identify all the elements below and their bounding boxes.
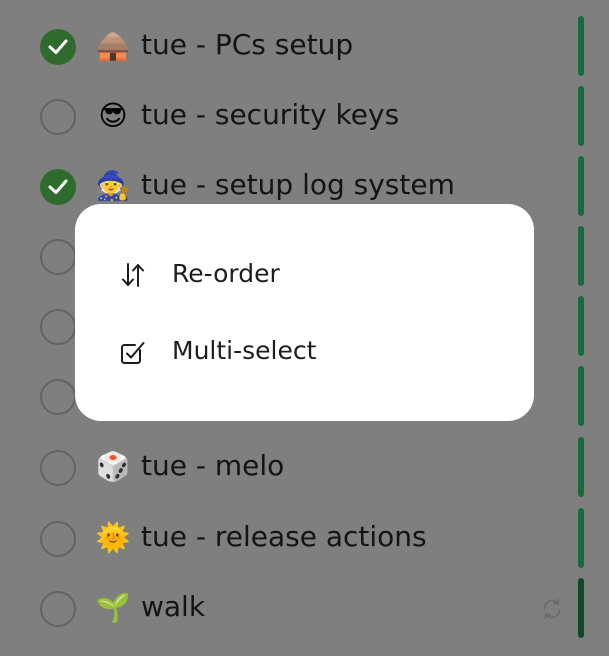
task-title: tue - setup log system [141, 168, 455, 201]
task-title: tue - melo [141, 449, 285, 482]
task-title: tue - security keys [141, 98, 400, 131]
task-row[interactable]: 🎲 tue - melo [0, 432, 609, 502]
task-progress-bar [578, 437, 584, 497]
task-progress-bar [578, 508, 584, 568]
task-progress-bar [578, 156, 584, 216]
reorder-icon [122, 263, 144, 287]
context-menu: Re-order Multi-select [75, 204, 534, 421]
checkmark-icon [48, 39, 68, 54]
menu-item-label: Re-order [172, 259, 280, 288]
task-title: walk [141, 590, 206, 623]
task-row[interactable]: 😎 tue - security keys [0, 81, 609, 151]
task-row[interactable]: 🌞 tue - release actions [0, 503, 609, 573]
task-emoji-icon: 🌞 [95, 521, 131, 554]
task-checkbox[interactable] [40, 239, 76, 275]
task-checkbox-checked[interactable] [40, 169, 76, 205]
task-progress-bar [578, 296, 584, 356]
multi-select-icon [121, 342, 145, 364]
task-progress-bar [578, 578, 584, 638]
task-checkbox[interactable] [40, 521, 76, 557]
task-progress-bar [578, 86, 584, 146]
task-title: tue - PCs setup [141, 28, 354, 61]
task-progress-bar [578, 226, 584, 286]
task-checkbox[interactable] [40, 309, 76, 345]
task-checkbox[interactable] [40, 379, 76, 415]
task-emoji-icon: 🎲 [95, 450, 131, 483]
task-checkbox-checked[interactable] [40, 29, 76, 65]
task-emoji-icon: 🛖 [95, 29, 131, 62]
task-checkbox[interactable] [40, 591, 76, 627]
task-checkbox[interactable] [40, 450, 76, 486]
menu-item-label: Multi-select [172, 336, 317, 365]
task-row[interactable]: 🛖 tue - PCs setup [0, 11, 609, 81]
task-emoji-icon: 😎 [98, 99, 128, 132]
task-emoji-icon: 🌱 [95, 591, 131, 624]
task-progress-bar [578, 366, 584, 426]
menu-item-multi-select[interactable]: Multi-select [75, 321, 534, 381]
task-checkbox[interactable] [40, 99, 76, 135]
repeat-icon [543, 598, 561, 620]
menu-item-reorder[interactable]: Re-order [75, 244, 534, 304]
task-progress-bar [578, 16, 584, 76]
checkmark-icon [48, 179, 68, 194]
task-row[interactable]: 🌱 walk [0, 573, 609, 643]
task-title: tue - release actions [141, 520, 427, 553]
task-emoji-icon: 🧙 [95, 169, 131, 202]
